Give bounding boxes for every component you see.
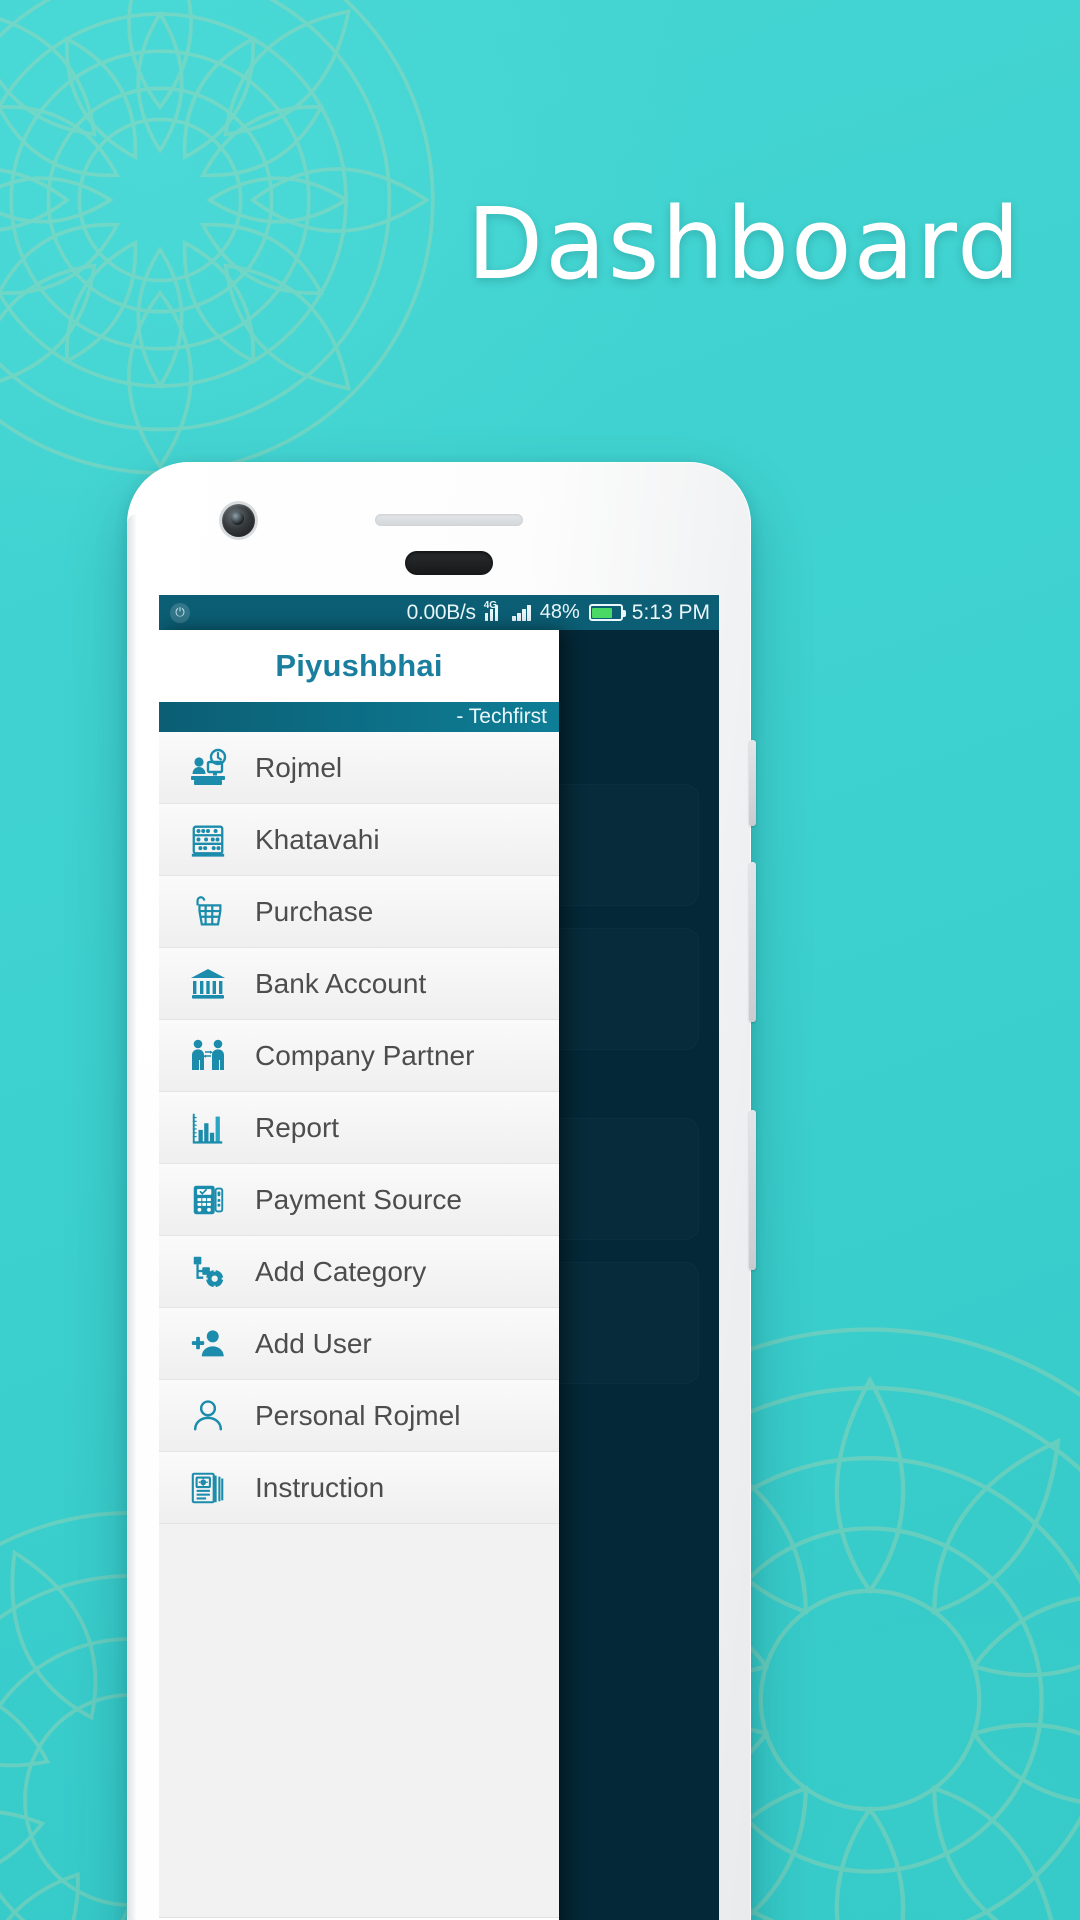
signal-bars-icon bbox=[512, 604, 531, 621]
mandala-ornament-top-left bbox=[0, 0, 470, 510]
network-type-label: 4G bbox=[483, 600, 498, 611]
sidebar-item-label: Add Category bbox=[255, 1255, 427, 1287]
sidebar-item-report[interactable]: Report bbox=[159, 1092, 559, 1164]
shopping-basket-icon bbox=[185, 889, 231, 935]
phone-screen: ⏻ 0.00B/s 4G 48% 5:13 PM Piyushbhai - Te… bbox=[159, 595, 719, 1920]
drawer-company-bar: - Techfirst bbox=[159, 702, 559, 732]
sidebar-item-add-category[interactable]: Add Category bbox=[159, 1236, 559, 1308]
drawer-company-label: - Techfirst bbox=[456, 705, 547, 728]
sidebar-item-label: Bank Account bbox=[255, 967, 427, 999]
signal-4g-icon: 4G bbox=[483, 600, 504, 621]
bar-chart-icon bbox=[185, 1105, 231, 1151]
sidebar-item-instruction[interactable]: Instruction bbox=[159, 1452, 559, 1524]
sidebar-item-rojmel[interactable]: Rojmel bbox=[159, 732, 559, 804]
sidebar-item-label: Company Partner bbox=[255, 1039, 475, 1071]
sidebar-item-label: Instruction bbox=[255, 1471, 385, 1503]
sidebar-item-personal-rojmel[interactable]: Personal Rojmel bbox=[159, 1380, 559, 1452]
sidebar-item-label: Khatavahi bbox=[255, 823, 380, 855]
sidebar-item-company-partner[interactable]: Company Partner bbox=[159, 1020, 559, 1092]
status-bar: ⏻ 0.00B/s 4G 48% 5:13 PM bbox=[159, 595, 719, 630]
drawer-header: Piyushbhai bbox=[159, 630, 559, 702]
payment-terminal-icon bbox=[185, 1177, 231, 1223]
sidebar-item-add-user[interactable]: Add User bbox=[159, 1308, 559, 1380]
person-outline-icon bbox=[185, 1393, 231, 1439]
sidebar-item-purchase[interactable]: Purchase bbox=[159, 876, 559, 948]
phone-mockup: ⏻ 0.00B/s 4G 48% 5:13 PM Piyushbhai - Te… bbox=[127, 462, 756, 1920]
phone-button-volume-down bbox=[749, 1110, 756, 1270]
sidebar-item-khatavahi[interactable]: Khatavahi bbox=[159, 804, 559, 876]
sidebar-item-label: Purchase bbox=[255, 895, 374, 927]
network-speed-label: 0.00B/s bbox=[406, 600, 476, 624]
desk-clock-icon bbox=[185, 745, 231, 791]
sidebar-item-bank-account[interactable]: Bank Account bbox=[159, 948, 559, 1020]
status-bar-right: 0.00B/s 4G 48% 5:13 PM bbox=[407, 601, 710, 625]
sidebar-item-label: Payment Source bbox=[255, 1183, 462, 1215]
manual-book-icon bbox=[185, 1465, 231, 1511]
battery-icon bbox=[588, 604, 626, 621]
sidebar-item-label: Rojmel bbox=[255, 751, 343, 783]
page-title: Dashboard bbox=[466, 187, 1022, 302]
battery-percent-label: 48% bbox=[539, 601, 580, 623]
status-bar-left: ⏻ bbox=[170, 602, 190, 623]
speaker-grille bbox=[375, 514, 523, 526]
clock-label: 5:13 PM bbox=[631, 600, 710, 624]
sidebar-item-payment-source[interactable]: Payment Source bbox=[159, 1164, 559, 1236]
bank-building-icon bbox=[185, 961, 231, 1007]
drawer-menu: Rojmel Khatavahi Purchase Bank Account C… bbox=[159, 732, 559, 1917]
category-gear-icon bbox=[185, 1249, 231, 1295]
navigation-drawer: Piyushbhai - Techfirst Rojmel Khatavahi … bbox=[159, 630, 559, 1920]
abacus-icon bbox=[185, 817, 231, 863]
usb-debug-icon: ⏻ bbox=[170, 602, 190, 623]
two-people-icon bbox=[185, 1033, 231, 1079]
sidebar-item-label: Add User bbox=[255, 1327, 372, 1359]
front-camera-icon bbox=[222, 504, 255, 537]
phone-button-power bbox=[749, 740, 756, 826]
earpiece-speaker bbox=[405, 551, 493, 575]
drawer-user-name: Piyushbhai bbox=[275, 648, 443, 683]
sidebar-item-label: Report bbox=[255, 1111, 340, 1143]
sidebar-item-label: Personal Rojmel bbox=[255, 1399, 461, 1431]
phone-button-volume-up bbox=[749, 862, 756, 1022]
add-person-icon bbox=[185, 1321, 231, 1367]
